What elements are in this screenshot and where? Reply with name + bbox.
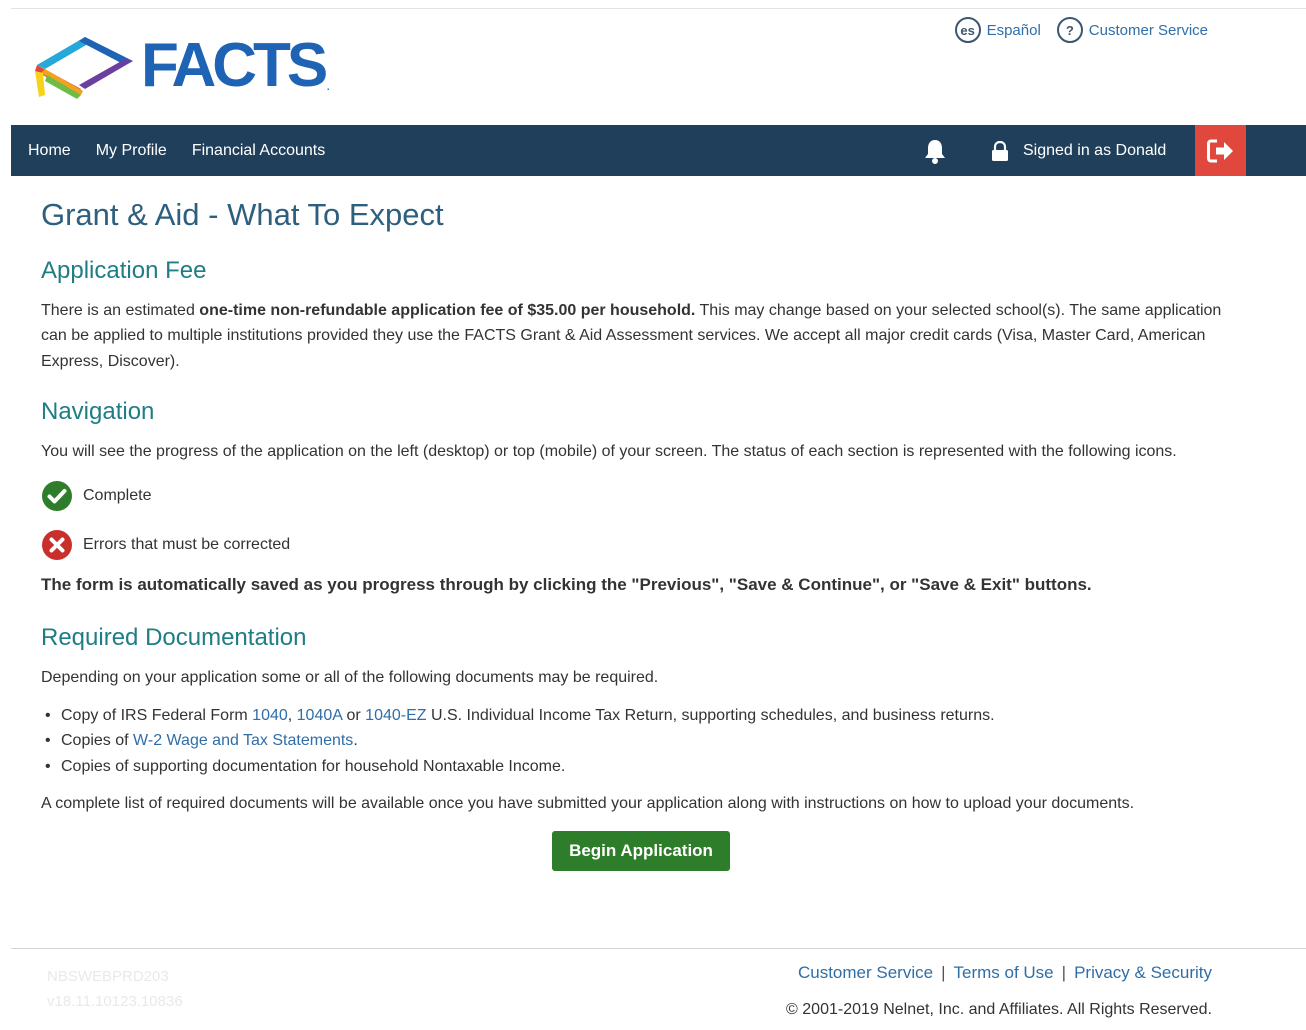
navigation-section: Navigation You will see the progress of … — [41, 398, 1241, 597]
nav-financial-accounts[interactable]: Financial Accounts — [192, 142, 325, 160]
application-fee-heading: Application Fee — [41, 257, 207, 285]
status-complete-label: Complete — [83, 486, 152, 504]
logo-wordmark: FACTS — [141, 31, 328, 100]
customer-service-link[interactable]: ? Customer Service — [1056, 17, 1208, 43]
customer-service-label: Customer Service — [1088, 21, 1208, 39]
footer-separator: | — [1061, 963, 1067, 982]
notification-bell-icon[interactable] — [921, 137, 949, 165]
main-content: Grant & Aid - What To Expect Application… — [41, 196, 1241, 871]
w2-link[interactable]: W-2 Wage and Tax Statements — [133, 732, 353, 749]
x-circle-icon — [42, 529, 72, 560]
lock-icon — [992, 140, 1008, 161]
server-name: NBSWEBPRD203 — [47, 968, 169, 985]
button-container: Begin Application — [41, 830, 1241, 871]
documentation-intro: Depending on your application some or al… — [41, 669, 659, 687]
footer-customer-service-link[interactable]: Customer Service — [798, 963, 933, 983]
navigation-text: You will see the progress of the applica… — [41, 443, 1177, 461]
documents-list: Copy of IRS Federal Form 1040, 1040A or … — [41, 703, 1241, 780]
form-1040ez-link[interactable]: 1040-EZ — [365, 707, 426, 724]
nav-home[interactable]: Home — [28, 142, 71, 160]
utility-links: es Español ? Customer Service — [954, 17, 1208, 43]
page-title: Grant & Aid - What To Expect — [41, 197, 444, 232]
facts-logo-icon — [35, 37, 133, 99]
application-fee-section: Application Fee There is an estimated on… — [41, 257, 1241, 374]
header: FACTS . es Español ? Customer Service — [11, 9, 1306, 125]
form-1040a-link[interactable]: 1040A — [297, 707, 342, 724]
list-item: Copies of supporting documentation for h… — [41, 754, 1241, 780]
footer-links: Customer Service | Terms of Use | Privac… — [798, 963, 1212, 983]
list-item: Copies of W-2 Wage and Tax Statements. — [41, 728, 1241, 754]
signed-in-label: Signed in as Donald — [1023, 141, 1167, 159]
language-es-icon: es — [954, 17, 981, 43]
sign-out-icon — [1206, 139, 1233, 162]
status-error-label: Errors that must be corrected — [83, 535, 291, 553]
footer-separator: | — [941, 963, 946, 982]
required-documentation-section: Required Documentation Depending on your… — [41, 624, 1241, 816]
status-error: Errors that must be corrected — [41, 528, 1241, 562]
signed-in-status: Signed in as Donald — [991, 125, 1166, 176]
logo-dot: . — [326, 77, 331, 93]
server-info: NBSWEBPRD203 v18.11.10123.10836 — [47, 964, 183, 1014]
status-complete: Complete — [41, 479, 1241, 513]
application-fee-text: There is an estimated one-time non-refun… — [41, 301, 1222, 370]
documentation-outro: A complete list of required documents wi… — [41, 795, 1135, 813]
footer-privacy-link[interactable]: Privacy & Security — [1074, 963, 1212, 983]
copyright: © 2001-2019 Nelnet, Inc. and Affiliates.… — [786, 1001, 1212, 1018]
nav-my-profile[interactable]: My Profile — [96, 142, 167, 160]
version-number: v18.11.10123.10836 — [47, 993, 183, 1010]
nav-links: Home My Profile Financial Accounts — [28, 125, 325, 176]
required-documentation-heading: Required Documentation — [41, 624, 307, 652]
autosave-note: The form is automatically saved as you p… — [41, 574, 1092, 594]
facts-logo[interactable]: FACTS . — [33, 31, 330, 101]
espanol-label: Español — [986, 21, 1041, 39]
check-circle-icon — [42, 480, 72, 511]
logout-button[interactable] — [1195, 125, 1246, 176]
footer-terms-link[interactable]: Terms of Use — [954, 963, 1054, 983]
navigation-heading: Navigation — [41, 398, 155, 426]
espanol-link[interactable]: es Español — [954, 17, 1041, 43]
form-1040-link[interactable]: 1040 — [252, 707, 288, 724]
begin-application-button[interactable]: Begin Application — [552, 830, 730, 871]
list-item: Copy of IRS Federal Form 1040, 1040A or … — [41, 703, 1241, 729]
help-question-icon: ? — [1056, 17, 1083, 43]
footer-divider — [11, 948, 1306, 949]
main-navbar: Home My Profile Financial Accounts Signe… — [11, 125, 1306, 176]
